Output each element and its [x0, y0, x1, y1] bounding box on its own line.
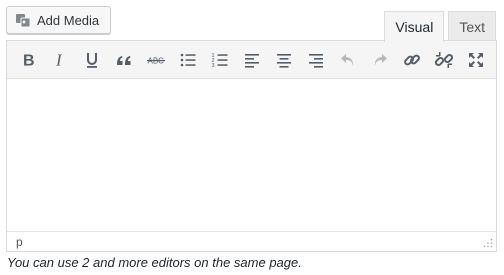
italic-icon: I: [55, 50, 63, 69]
numbered-list-button[interactable]: 1 2 3: [204, 45, 236, 75]
bold-icon: B: [23, 52, 35, 69]
align-left-icon: [245, 53, 259, 68]
bold-button[interactable]: B: [12, 45, 44, 75]
link-icon: [404, 54, 420, 65]
align-right-icon: [309, 53, 323, 68]
redo-icon: [374, 53, 387, 66]
add-media-button[interactable]: Add Media: [6, 6, 111, 34]
editor-toolbar: B I ABC 1 2 3: [7, 41, 496, 79]
svg-text:I: I: [55, 50, 63, 69]
blockquote-icon: [117, 55, 131, 65]
underline-icon: [87, 52, 97, 68]
media-icon: [16, 14, 31, 28]
svg-text:3: 3: [212, 63, 215, 69]
align-center-icon: [277, 53, 291, 68]
bulleted-list-icon: [180, 53, 196, 66]
undo-button[interactable]: [332, 45, 364, 75]
editor-tabs: Visual Text: [380, 11, 496, 42]
numbered-list-icon: 1 2 3: [212, 53, 228, 69]
editor-caption: You can use 2 and more editors on the sa…: [7, 255, 302, 270]
underline-button[interactable]: [76, 45, 108, 75]
editor-content-area[interactable]: [7, 79, 496, 231]
unlink-icon: [434, 51, 454, 68]
bulleted-list-button[interactable]: [172, 45, 204, 75]
add-media-label: Add Media: [37, 12, 100, 28]
align-left-button[interactable]: [236, 45, 268, 75]
editor-statusbar: p: [7, 231, 496, 251]
editor-container: B I ABC 1 2 3 p: [6, 40, 497, 252]
tab-text[interactable]: Text: [448, 11, 496, 41]
redo-button[interactable]: [364, 45, 396, 75]
align-right-button[interactable]: [300, 45, 332, 75]
element-path[interactable]: p: [16, 235, 23, 249]
strikethrough-button[interactable]: ABC: [140, 45, 172, 75]
remove-link-button[interactable]: [428, 45, 460, 75]
undo-icon: [341, 53, 354, 66]
tab-visual[interactable]: Visual: [384, 11, 445, 42]
strikethrough-icon: ABC: [147, 56, 165, 65]
svg-text:B: B: [23, 52, 35, 69]
insert-link-button[interactable]: [396, 45, 428, 75]
fullscreen-button[interactable]: [460, 45, 492, 75]
align-center-button[interactable]: [268, 45, 300, 75]
blockquote-button[interactable]: [108, 45, 140, 75]
italic-button[interactable]: I: [44, 45, 76, 75]
resize-handle-icon[interactable]: [483, 238, 493, 248]
fullscreen-icon: [469, 52, 483, 67]
